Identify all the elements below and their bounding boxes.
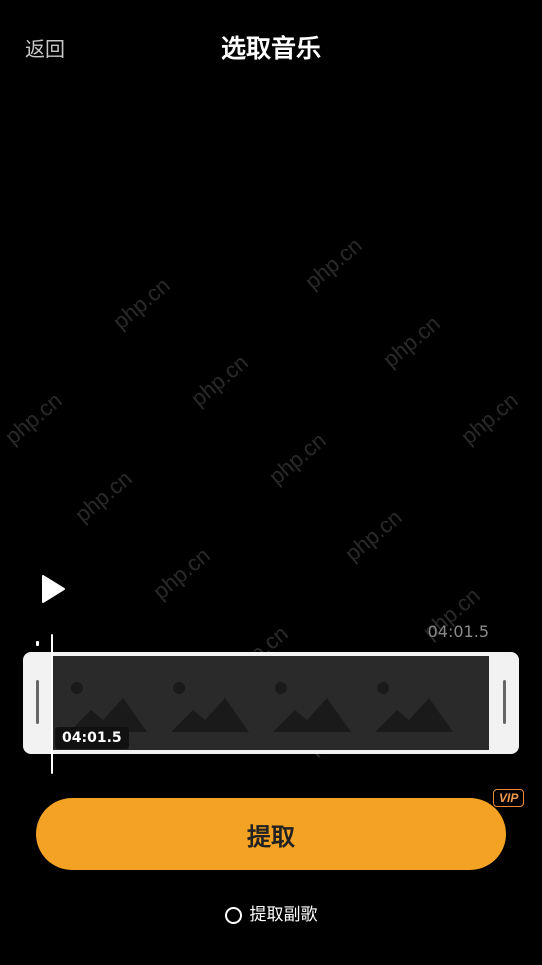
image-placeholder-icon: [171, 682, 249, 732]
grip-icon: [36, 680, 39, 724]
watermark: php.cn: [108, 272, 175, 335]
current-time-label: 04:01.5: [55, 727, 129, 749]
watermark: php.cn: [456, 387, 523, 450]
watermark: php.cn: [0, 387, 67, 450]
playhead[interactable]: [51, 634, 53, 774]
trim-handle-right[interactable]: [489, 652, 519, 754]
watermark: php.cn: [186, 349, 253, 412]
watermark: php.cn: [70, 465, 137, 528]
watermark: php.cn: [264, 427, 331, 490]
watermark: php.cn: [378, 310, 445, 373]
vip-badge: VIP: [493, 789, 525, 807]
watermark: php.cn: [340, 504, 407, 567]
extract-button[interactable]: 提取: [36, 798, 506, 870]
watermark: php.cn: [300, 232, 367, 295]
image-placeholder-icon: [375, 682, 453, 732]
extract-chorus-label: 提取副歌: [249, 905, 318, 925]
extract-chorus-option[interactable]: 提取副歌: [0, 903, 542, 927]
image-placeholder-icon: [273, 682, 351, 732]
select-music-screen: 返回 选取音乐 php.cn php.cn php.cn php.cn php.…: [0, 0, 542, 965]
radio-icon[interactable]: [224, 906, 242, 924]
trim-handle-left[interactable]: [23, 652, 53, 754]
total-duration: 04:01.5: [427, 622, 489, 641]
play-icon[interactable]: [38, 573, 68, 605]
watermark: php.cn: [148, 542, 215, 605]
timeline-marker: [36, 641, 39, 646]
grip-icon: [503, 680, 506, 724]
page-title: 选取音乐: [220, 34, 321, 63]
